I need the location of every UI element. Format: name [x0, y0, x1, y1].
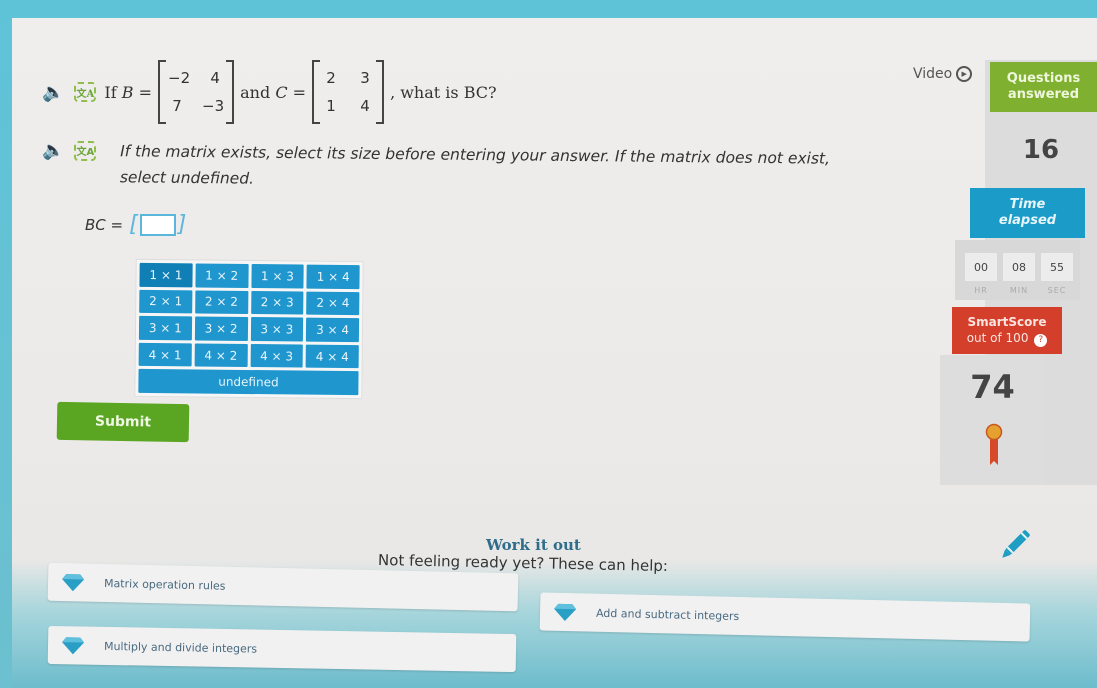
smartscore-sub: out of 100 ?	[952, 330, 1062, 347]
time-elapsed-header: Time elapsed	[970, 188, 1085, 238]
question-prompt: 🔈 文A If B = −2 4 7 −3 and C = 2 3 1 4 , what…	[42, 60, 497, 124]
play-icon: ▶	[956, 66, 973, 82]
timer-minutes: 08	[1003, 253, 1035, 281]
size-option-3x2[interactable]: 3 × 2	[194, 316, 248, 341]
gem-icon	[62, 637, 85, 655]
question-suffix: , what is BC?	[390, 82, 497, 102]
size-option-2x2[interactable]: 2 × 2	[194, 290, 248, 315]
size-option-4x2[interactable]: 4 × 2	[194, 343, 248, 368]
submit-button[interactable]: Submit	[56, 401, 190, 443]
size-option-3x3[interactable]: 3 × 3	[250, 317, 304, 342]
size-option-undefined[interactable]: undefined	[138, 369, 359, 396]
help-link-label: Multiply and divide integers	[103, 639, 258, 656]
size-option-2x3[interactable]: 2 × 3	[250, 290, 304, 315]
speaker-icon[interactable]: 🔈	[42, 82, 64, 103]
answer-line: BC = []	[85, 212, 186, 237]
matrix-c-cell: 2	[326, 69, 336, 87]
instruction-body: If the matrix exists, select its size be…	[119, 142, 831, 188]
smartscore-header: SmartScore out of 100 ?	[952, 307, 1062, 354]
smartscore-label: SmartScore	[967, 315, 1047, 330]
matrix-b-label: B =	[121, 82, 153, 102]
speaker-icon[interactable]: 🔈	[42, 140, 64, 161]
questions-answered-header: Questions answered	[990, 62, 1097, 112]
answer-label: BC =	[85, 215, 124, 234]
questions-answered-count: 16	[1022, 135, 1060, 165]
instruction-text: If the matrix exists, select its size be…	[120, 138, 841, 198]
size-option-1x4[interactable]: 1 × 4	[306, 264, 360, 289]
timer-seconds-label: SEC	[1047, 286, 1067, 295]
matrix-c-cell: 1	[326, 97, 336, 115]
matrix-b-cell: −3	[202, 97, 225, 115]
size-option-1x1[interactable]: 1 × 1	[139, 262, 193, 287]
help-icon[interactable]: ?	[1034, 333, 1048, 347]
matrix-b: −2 4 7 −3	[158, 60, 235, 124]
size-option-2x1[interactable]: 2 × 1	[139, 289, 193, 314]
size-option-2x4[interactable]: 2 × 4	[306, 291, 360, 316]
question-prefix: If	[104, 82, 117, 102]
gem-icon	[554, 603, 577, 622]
elapsed-label: elapsed	[998, 213, 1057, 228]
video-link[interactable]: Video ▶	[913, 66, 973, 82]
help-link-label: Matrix operation rules	[103, 576, 226, 593]
matrix-b-cell: 4	[210, 69, 220, 87]
size-option-4x3[interactable]: 4 × 3	[250, 343, 304, 368]
gem-icon	[62, 574, 85, 592]
timer-hours-label: HR	[974, 286, 988, 295]
size-option-4x1[interactable]: 4 × 1	[138, 342, 192, 367]
timer: 00 08 55	[965, 253, 1073, 281]
matrix-size-selector: 1 × 1 1 × 2 1 × 3 1 × 4 2 × 1 2 × 2 2 × …	[134, 258, 364, 400]
size-option-4x4[interactable]: 4 × 4	[305, 344, 359, 369]
timer-labels: HR MIN SEC	[965, 286, 1073, 295]
matrix-b-cell: −2	[168, 69, 191, 87]
smartscore-sub-text: out of 100	[966, 331, 1029, 346]
answer-input[interactable]	[139, 213, 176, 236]
answer-bracket: []	[129, 212, 187, 237]
size-option-1x2[interactable]: 1 × 2	[195, 263, 249, 288]
translate-icon[interactable]: 文A	[74, 140, 97, 161]
matrix-c: 2 3 1 4	[312, 60, 385, 124]
instruction-icons: 🔈 文A	[42, 140, 104, 161]
questions-label: Questions	[1006, 71, 1081, 86]
pencil-icon[interactable]	[995, 525, 1035, 565]
answered-label: answered	[1007, 87, 1080, 102]
timer-hours: 00	[965, 253, 997, 281]
video-label: Video	[913, 66, 953, 82]
timer-seconds: 55	[1041, 253, 1073, 281]
translate-icon[interactable]: 文A	[74, 82, 97, 102]
matrix-c-cell: 3	[360, 69, 370, 87]
matrix-b-cell: 7	[172, 97, 182, 115]
work-it-out-title: Work it out	[486, 536, 581, 554]
and-text: and	[240, 82, 271, 102]
size-option-3x4[interactable]: 3 × 4	[306, 317, 360, 342]
matrix-c-label: C =	[275, 82, 307, 102]
size-option-3x1[interactable]: 3 × 1	[138, 316, 192, 341]
timer-minutes-label: MIN	[1009, 286, 1029, 295]
time-label: Time	[1009, 197, 1046, 212]
ribbon-award-icon	[985, 423, 1003, 465]
help-link-label: Add and subtract integers	[595, 606, 740, 623]
matrix-c-cell: 4	[360, 97, 370, 115]
help-link-multiply-divide-integers[interactable]: Multiply and divide integers	[47, 625, 517, 673]
smartscore-value: 74	[970, 368, 1015, 406]
size-option-1x3[interactable]: 1 × 3	[250, 264, 304, 289]
